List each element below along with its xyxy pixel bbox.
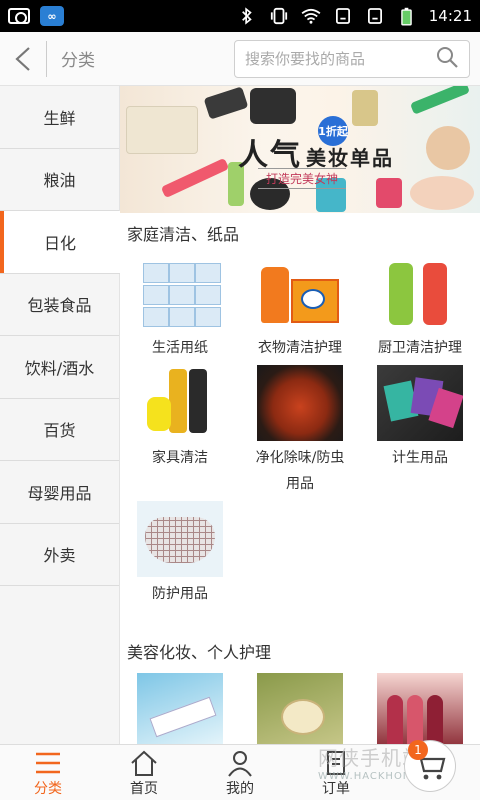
vibrate-icon bbox=[269, 7, 289, 25]
subcategory-laundry[interactable]: 衣物清洁护理 bbox=[240, 251, 360, 361]
subcategory-grid bbox=[120, 669, 480, 744]
promo-banner[interactable]: 1折起 人气 美妆单品 打造完美女神 bbox=[120, 86, 480, 213]
nav-label: 分类 bbox=[34, 780, 62, 797]
subcategory-beauty-2[interactable] bbox=[240, 669, 360, 744]
banner-product-image bbox=[250, 88, 296, 124]
banner-product-image bbox=[376, 178, 402, 208]
banner-product-image bbox=[160, 157, 230, 199]
tissue-image bbox=[137, 255, 223, 331]
cleanser-image bbox=[137, 673, 223, 744]
subcategory-label: 防护用品 bbox=[152, 586, 208, 602]
signal-icon bbox=[333, 7, 353, 25]
subcategory-label: 衣物清洁护理 bbox=[258, 340, 342, 356]
back-button[interactable] bbox=[0, 32, 46, 86]
page-title: 分类 bbox=[61, 51, 95, 71]
subcategory-grid: 生活用纸 衣物清洁护理 厨卫清洁护理 家具清洁 净化除味/防虫用品 计生用品 防… bbox=[120, 251, 480, 607]
sidebar-item-grain-oil[interactable]: 粮油 bbox=[0, 149, 119, 211]
banner-product-image bbox=[426, 126, 470, 170]
chevron-left-icon bbox=[15, 46, 30, 71]
nav-home[interactable]: 首页 bbox=[96, 745, 192, 800]
camera-icon bbox=[8, 8, 30, 24]
sidebar-item-beverages[interactable]: 饮料/酒水 bbox=[0, 336, 119, 399]
sidebar-item-takeout[interactable]: 外卖 bbox=[0, 524, 119, 586]
cart-count-badge: 1 bbox=[408, 740, 428, 760]
banner-product-image bbox=[410, 176, 474, 210]
lipstick-image bbox=[377, 673, 463, 744]
sidebar-item-general-goods[interactable]: 百货 bbox=[0, 399, 119, 461]
sidebar-item-mother-baby[interactable]: 母婴用品 bbox=[0, 461, 119, 524]
section-title-household: 家庭清洁、纸品 bbox=[127, 225, 240, 244]
subcategory-label: 家具清洁 bbox=[152, 450, 208, 466]
subcategory-family-planning[interactable]: 计生用品 bbox=[360, 361, 480, 497]
banner-slogan: 打造完美女神 bbox=[258, 168, 347, 189]
nav-mine[interactable]: 我的 bbox=[192, 745, 288, 800]
sidebar-item-daily-chemicals[interactable]: 日化 bbox=[0, 211, 120, 274]
user-icon bbox=[228, 750, 252, 777]
banner-product-image bbox=[409, 86, 471, 115]
sidebar-item-packaged-food[interactable]: 包装食品 bbox=[0, 274, 119, 336]
signal-icon bbox=[365, 7, 385, 25]
subcategory-label: 生活用纸 bbox=[152, 340, 208, 356]
bluetooth-icon bbox=[237, 7, 257, 25]
header-divider bbox=[46, 40, 47, 77]
subcategory-label: 净化除味/防虫用品 bbox=[255, 450, 345, 492]
subcategory-tissue[interactable]: 生活用纸 bbox=[120, 251, 240, 361]
menu-icon bbox=[36, 752, 60, 773]
header-bar: 分类 bbox=[0, 32, 480, 86]
clock: 14:21 bbox=[428, 7, 472, 25]
section-title-beauty: 美容化妆、个人护理 bbox=[127, 643, 272, 662]
search-icon[interactable] bbox=[435, 45, 459, 73]
status-bar: ∞ 14:21 bbox=[0, 0, 480, 32]
wifi-icon bbox=[301, 7, 321, 25]
nav-category[interactable]: 分类 bbox=[0, 745, 96, 800]
condom-boxes-image bbox=[377, 365, 463, 441]
category-content: 1折起 人气 美妆单品 打造完美女神 家庭清洁、纸品 生活用纸 衣物清洁护理 厨… bbox=[120, 86, 480, 744]
shrimp-dish-image bbox=[257, 365, 343, 441]
search-box[interactable] bbox=[234, 39, 470, 78]
kitchen-cleaner-image bbox=[377, 255, 463, 331]
search-input[interactable] bbox=[245, 49, 435, 68]
subcategory-kitchen-bath[interactable]: 厨卫清洁护理 bbox=[360, 251, 480, 361]
banner-product-image bbox=[352, 90, 378, 126]
subcategory-protective[interactable]: 防护用品 bbox=[120, 497, 240, 607]
nav-label: 我的 bbox=[226, 780, 254, 797]
battery-icon bbox=[397, 7, 417, 25]
subcategory-label: 计生用品 bbox=[392, 450, 448, 466]
subcategory-deodorize-pest[interactable]: 净化除味/防虫用品 bbox=[240, 361, 360, 497]
app-icon: ∞ bbox=[40, 6, 64, 26]
laundry-detergent-image bbox=[257, 255, 343, 331]
category-sidebar: 生鲜 粮油 日化 包装食品 饮料/酒水 百货 母婴用品 外卖 bbox=[0, 86, 120, 744]
sidebar-item-fresh[interactable]: 生鲜 bbox=[0, 86, 119, 149]
cream-jar-image bbox=[257, 673, 343, 744]
banner-product-image bbox=[203, 86, 249, 120]
banner-product-image bbox=[126, 106, 198, 154]
face-mask-image bbox=[137, 501, 223, 577]
subcategory-beauty-1[interactable] bbox=[120, 669, 240, 744]
furniture-polish-image bbox=[137, 365, 223, 441]
banner-title-sub: 美妆单品 bbox=[306, 146, 394, 170]
subcategory-label: 厨卫清洁护理 bbox=[378, 340, 462, 356]
nav-label: 首页 bbox=[130, 780, 158, 797]
subcategory-furniture-cleaning[interactable]: 家具清洁 bbox=[120, 361, 240, 497]
home-icon bbox=[131, 750, 157, 776]
subcategory-beauty-3[interactable] bbox=[360, 669, 480, 744]
